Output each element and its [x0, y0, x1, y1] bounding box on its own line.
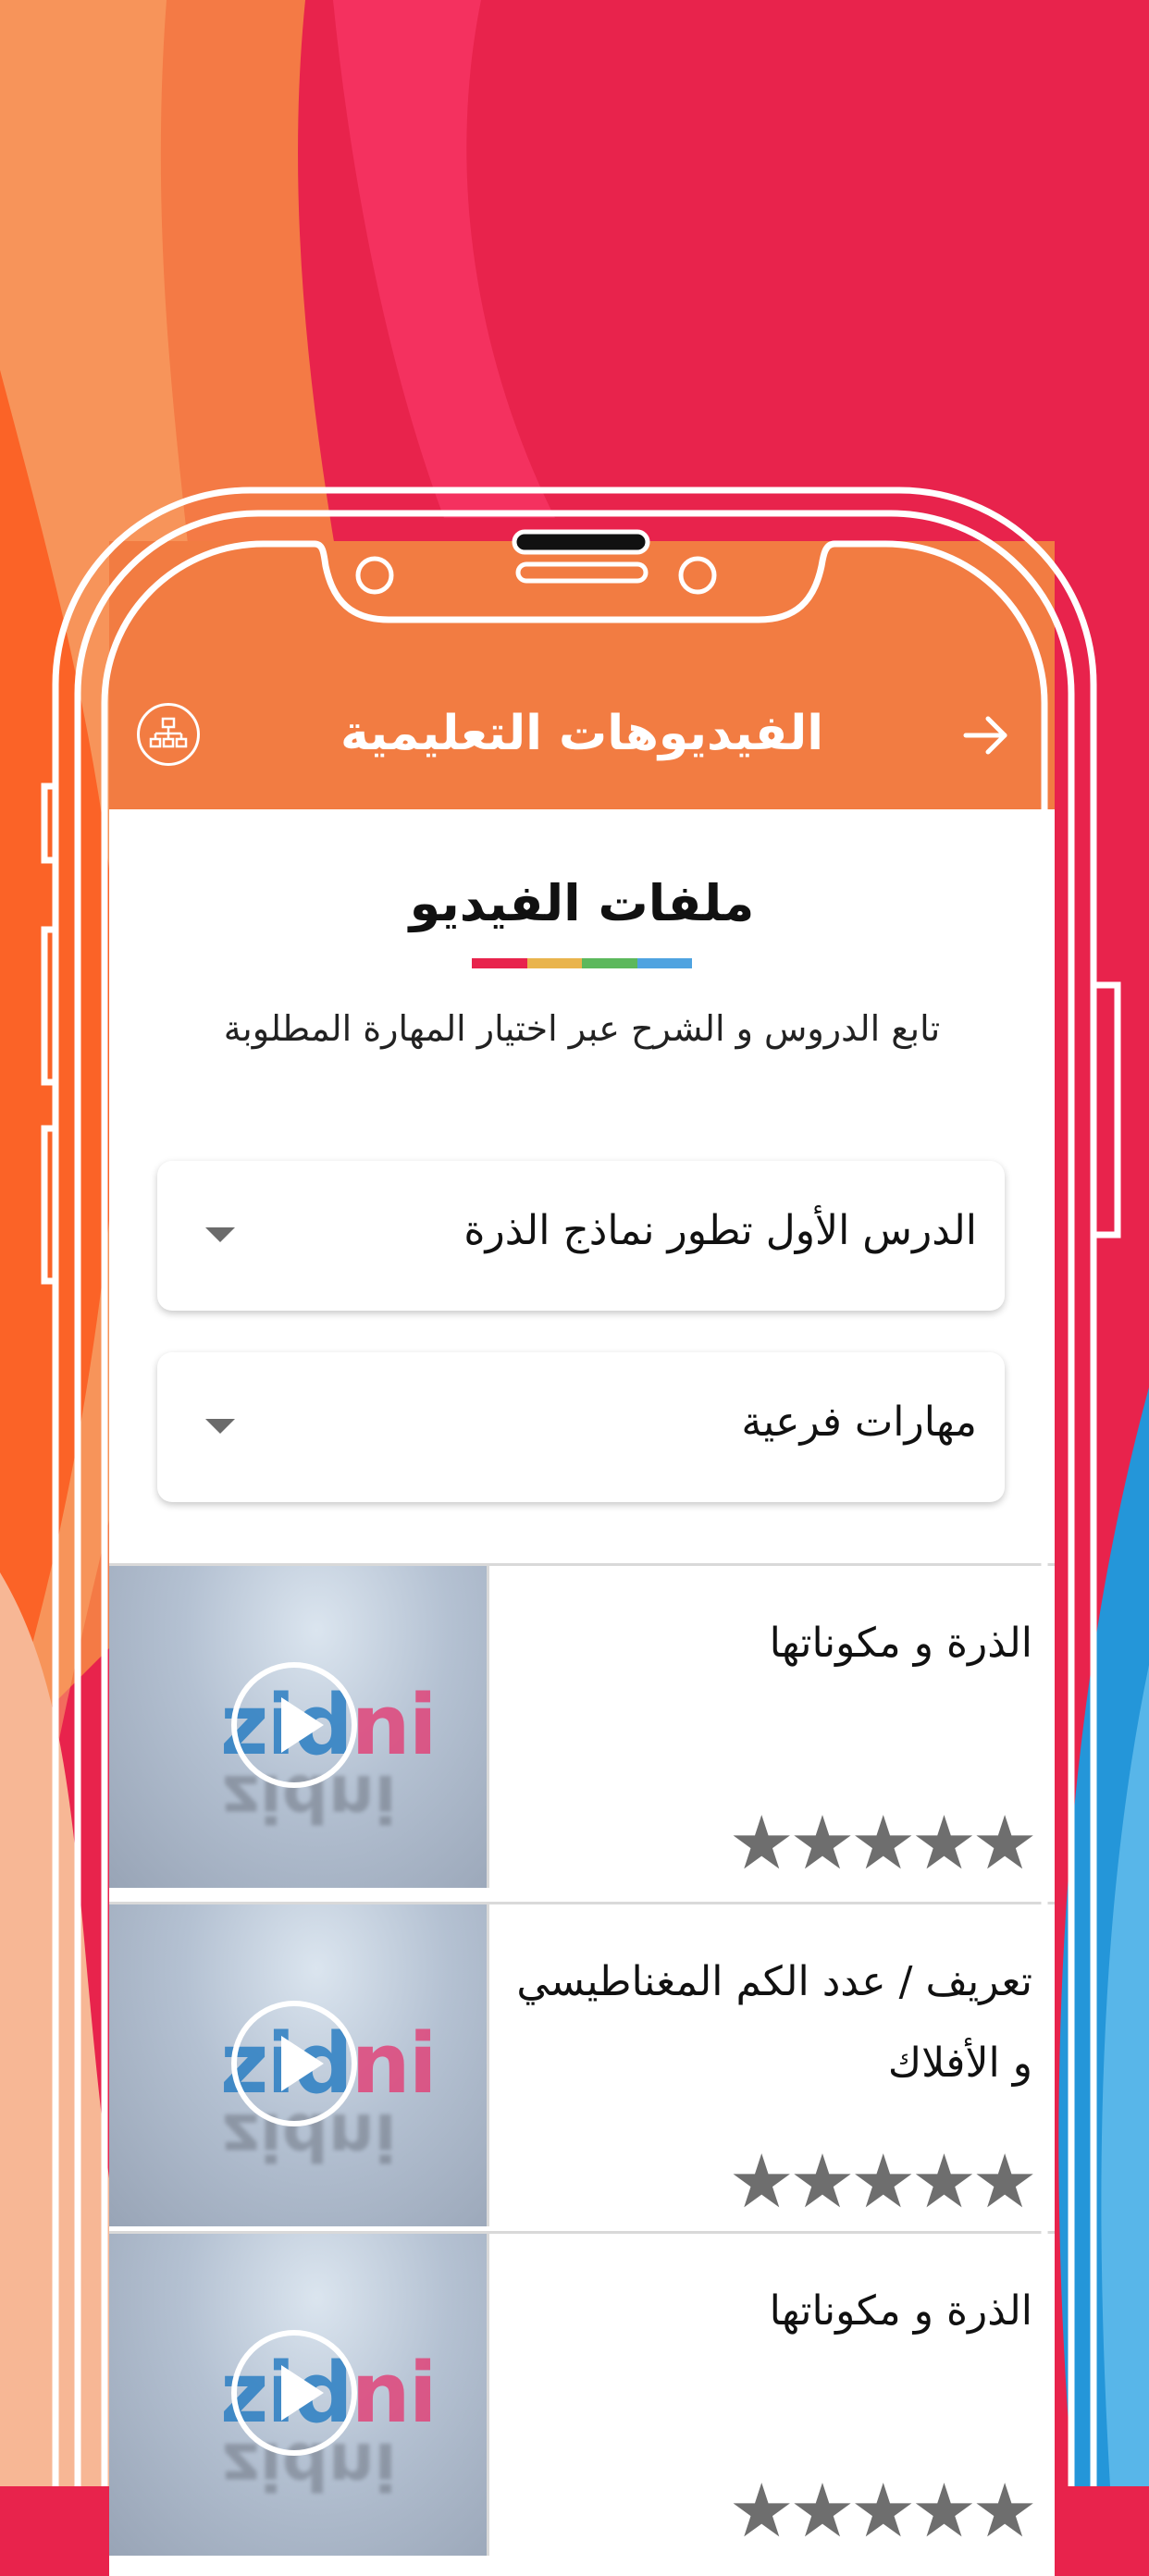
- video-title: الذرة و مكوناتها: [769, 1620, 1032, 1667]
- app-bar: الفيديوهات التعليمية: [109, 541, 1055, 809]
- title-underline: [472, 958, 692, 968]
- video-thumbnail[interactable]: zidni zidni: [109, 1566, 489, 1888]
- video-title: الذرة و مكوناتها: [769, 2287, 1032, 2335]
- video-title: تعريف / عدد الكم المغناطيسي و الأفلاك: [516, 1958, 1032, 2087]
- video-list-item[interactable]: zidni zidni الذرة و مكوناتها ★★★★★: [109, 1563, 1055, 1892]
- app-screen: الفيديوهات التعليمية ملفات الفيديو تابع …: [109, 541, 1055, 2576]
- play-icon[interactable]: [231, 2001, 357, 2126]
- video-thumbnail[interactable]: zidni zidni: [109, 1904, 489, 2226]
- section-title: ملفات الفيديو: [409, 874, 755, 932]
- rating-stars: ★★★★★: [728, 2468, 1038, 2554]
- lesson-dropdown[interactable]: الدرس الأول تطور نماذج الذرة: [157, 1161, 1005, 1311]
- video-list-item[interactable]: zidni zidni تعريف / عدد الكم المغناطيسي …: [109, 1902, 1055, 2230]
- lesson-dropdown-value: الدرس الأول تطور نماذج الذرة: [463, 1207, 977, 1254]
- video-thumbnail[interactable]: zidni zidni: [109, 2234, 489, 2556]
- skill-dropdown[interactable]: مهارات فرعية: [157, 1352, 1005, 1502]
- section-subtitle: تابع الدروس و الشرح عبر اختيار المهارة ا…: [223, 1008, 941, 1049]
- page-title: الفيديوهات التعليمية: [340, 706, 824, 761]
- rating-stars: ★★★★★: [728, 1800, 1038, 1886]
- video-list-item[interactable]: zidni zidni الذرة و مكوناتها ★★★★★: [109, 2231, 1055, 2559]
- chevron-down-icon: [205, 1227, 235, 1242]
- play-icon[interactable]: [231, 1662, 357, 1788]
- skill-dropdown-value: مهارات فرعية: [741, 1399, 977, 1446]
- chevron-down-icon: [205, 1419, 235, 1434]
- play-icon[interactable]: [231, 2330, 357, 2456]
- arrow-right-icon[interactable]: [960, 709, 1012, 761]
- rating-stars: ★★★★★: [728, 2138, 1038, 2225]
